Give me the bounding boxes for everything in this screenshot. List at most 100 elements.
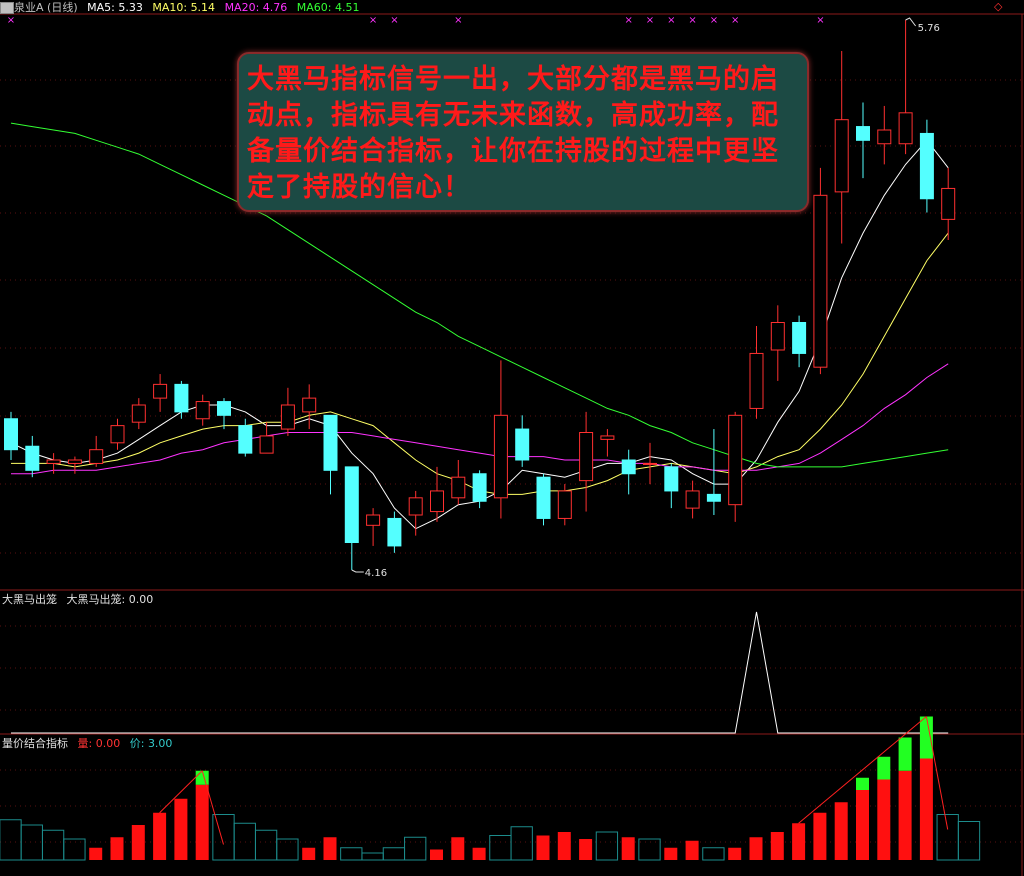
volume-readout: 量: 0.00: [77, 737, 121, 750]
signal-marker: ×: [688, 15, 696, 26]
candle: [919, 119, 934, 213]
candle-body: [217, 401, 231, 416]
volume-bar: [323, 837, 337, 860]
candle-body: [536, 476, 551, 519]
main-chart-header: 泉业A (日线) MA5: 5.33 MA10: 5.14 MA20: 4.76…: [2, 1, 366, 15]
candle: [877, 105, 892, 165]
candle-body: [685, 490, 700, 509]
candle: [110, 418, 125, 450]
volume-bar: [702, 847, 725, 861]
volume-bar: [404, 836, 427, 861]
volume-bar: [638, 838, 661, 861]
volume-bar: [728, 847, 742, 860]
candle-body: [877, 129, 892, 145]
volume-bar-red: [323, 837, 337, 860]
candle-body: [67, 459, 82, 464]
signal-markers: × × × × × × × × × × ×: [7, 15, 825, 26]
volume-bar: [621, 837, 635, 860]
volume-bar: [557, 832, 571, 860]
candle-body: [131, 404, 146, 423]
volume-bar: [0, 819, 22, 861]
candle-body: [25, 445, 40, 471]
volume-bar-outline: [63, 838, 86, 861]
volume-bar-red: [792, 823, 806, 860]
volume-bar: [685, 840, 699, 860]
candle-body: [898, 112, 913, 145]
volume-bar: [936, 814, 959, 861]
signal-readout: 大黑马出笼: 0.00: [66, 593, 154, 606]
candle-body: [366, 514, 381, 526]
volume-indicator-name: 量价结合指标: [2, 737, 68, 750]
volume-bar-red: [919, 758, 933, 860]
volume-bar-outline: [233, 822, 256, 861]
volume-bar: [41, 829, 65, 861]
signal-marker: ×: [731, 15, 739, 26]
volume-bar-outline: [702, 847, 725, 861]
volume-bar: [451, 837, 465, 860]
volume-bar: [340, 847, 363, 861]
high-pointer: [905, 17, 916, 27]
volume-bar: [834, 802, 848, 860]
volume-bar: [89, 847, 103, 860]
candle-body: [919, 132, 934, 200]
volume-bar: [20, 824, 43, 861]
candle-body: [600, 435, 615, 440]
volume-bar-red: [195, 784, 209, 860]
volume-bar-red: [834, 802, 848, 860]
volume-bar-green-cap: [919, 716, 933, 759]
volume-bar: [877, 756, 891, 860]
signal-panel-header: 大黑马出笼 大黑马出笼: 0.00: [2, 593, 159, 607]
candle-body: [153, 383, 168, 399]
candle: [302, 384, 317, 430]
volume-bar: [510, 826, 533, 861]
volume-bar-green-cap: [898, 737, 912, 771]
volume-bar: [792, 823, 806, 860]
volume-bar: [174, 798, 188, 860]
candle: [600, 429, 615, 457]
candle: [259, 422, 274, 454]
signal-marker: ×: [710, 15, 718, 26]
candle: [174, 380, 189, 419]
candle: [685, 480, 700, 519]
volume-bar: [957, 821, 981, 861]
volume-bar: [212, 814, 235, 861]
volume-bar: [898, 737, 912, 860]
candle: [664, 463, 679, 509]
volume-bar-outline: [382, 847, 406, 861]
candle-body: [259, 435, 274, 454]
candle: [834, 50, 849, 244]
candle: [217, 398, 231, 430]
ma-line-ma20: [11, 363, 949, 475]
candle-body: [557, 490, 572, 519]
candle: [579, 411, 594, 512]
volume-bar-red: [621, 837, 635, 860]
diamond-icon[interactable]: ◇: [994, 0, 1002, 13]
volume-bar: [233, 822, 256, 861]
volume-bar-green-cap: [195, 770, 209, 785]
volume-bar-red: [451, 837, 465, 860]
candle: [323, 414, 338, 495]
volume-bar-red: [89, 847, 103, 860]
volume-bar-outline: [0, 819, 22, 861]
candle: [4, 411, 18, 460]
candle: [493, 360, 508, 519]
volume-bar-red: [174, 798, 188, 860]
candle: [941, 167, 956, 240]
volume-bar-red: [749, 837, 763, 860]
candle-body: [472, 473, 487, 502]
candle: [280, 387, 295, 436]
volume-bar-red: [877, 779, 891, 860]
volume-bar: [770, 832, 784, 860]
volume-bar-red: [536, 835, 550, 860]
candle-body: [280, 404, 295, 430]
candle-body: [643, 462, 657, 465]
candle-body: [728, 414, 743, 506]
candle: [536, 473, 551, 526]
low-pointer: [351, 569, 364, 573]
candle: [131, 398, 146, 430]
volume-bar: [489, 835, 512, 861]
candle-body: [110, 425, 125, 444]
candle: [344, 466, 359, 570]
volume-bar-red: [557, 832, 571, 860]
price-readout: 价: 3.00: [129, 737, 173, 750]
